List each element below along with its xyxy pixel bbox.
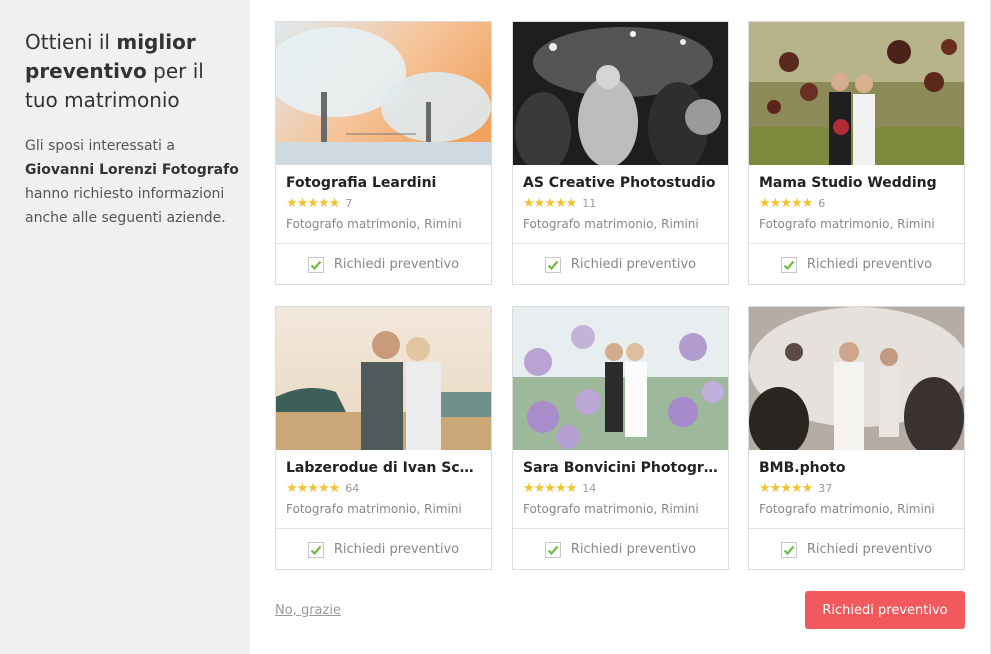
checkbox-label[interactable]: Richiedi preventivo [334, 257, 459, 272]
sidebar: Ottieni il miglior preventivo per il tuo… [0, 0, 250, 654]
rating: ★★★★★ 64 [286, 482, 359, 496]
star-rating-icon: ★★★★★ [286, 481, 340, 496]
vendor-category: Fotografo matrimonio, Rimini [523, 502, 699, 516]
vendor-card[interactable]: Mama Studio Wedding ★★★★★ 6 Fotografo mat… [748, 21, 965, 285]
checkmark-icon [547, 545, 559, 555]
vendor-photo[interactable] [749, 307, 964, 450]
description-text: Gli sposi interessati a [25, 138, 175, 154]
vendor-category: Fotografo matrimonio, Rimini [759, 502, 935, 516]
vendor-grid: Fotografia Leardini ★★★★★ 7 Fotografo mat… [250, 0, 991, 654]
vendor-name: Giovanni Lorenzi Fotografo [25, 162, 239, 178]
rating: ★★★★★ 11 [523, 197, 596, 211]
review-count: 37 [818, 482, 833, 495]
vendor-category: Fotografo matrimonio, Rimini [759, 217, 935, 231]
request-quote-toggle[interactable]: Richiedi preventivo [749, 528, 964, 570]
review-count: 14 [582, 482, 597, 495]
vendor-name[interactable]: Sara Bonvicini Photogra... [523, 460, 718, 476]
vendor-card[interactable]: AS Creative Photostudio ★★★★★ 11 Fotograf… [512, 21, 729, 285]
request-quote-toggle[interactable]: Richiedi preventivo [513, 528, 728, 570]
checkbox-label[interactable]: Richiedi preventivo [807, 257, 932, 272]
checkbox-label[interactable]: Richiedi preventivo [571, 257, 696, 272]
request-quote-toggle[interactable]: Richiedi preventivo [749, 243, 964, 285]
checkbox[interactable] [780, 256, 797, 273]
checkmark-icon [310, 260, 322, 270]
rating: ★★★★★ 6 [759, 197, 825, 211]
star-rating-icon: ★★★★★ [759, 196, 813, 211]
checkbox[interactable] [544, 541, 561, 558]
sidebar-description: Gli sposi interessati a Giovanni Lorenzi… [25, 134, 240, 230]
rating: ★★★★★ 7 [286, 197, 352, 211]
vendor-photo[interactable] [513, 22, 728, 165]
checkmark-icon [783, 260, 795, 270]
request-quote-toggle[interactable]: Richiedi preventivo [276, 243, 491, 285]
vendor-name[interactable]: Mama Studio Wedding [759, 175, 954, 191]
star-rating-icon: ★★★★★ [759, 481, 813, 496]
review-count: 6 [818, 197, 826, 210]
review-count: 64 [345, 482, 360, 495]
rating: ★★★★★ 37 [759, 482, 832, 496]
title-text: Ottieni il [25, 30, 117, 54]
checkmark-icon [783, 545, 795, 555]
star-rating-icon: ★★★★★ [523, 196, 577, 211]
rating: ★★★★★ 14 [523, 482, 596, 496]
vendor-card[interactable]: Fotografia Leardini ★★★★★ 7 Fotografo mat… [275, 21, 492, 285]
checkbox[interactable] [544, 256, 561, 273]
vendor-photo[interactable] [276, 22, 491, 165]
vendor-name[interactable]: Fotografia Leardini [286, 175, 481, 191]
vendor-card[interactable]: Sara Bonvicini Photogra... ★★★★★ 14 Fotog… [512, 306, 729, 570]
no-thanks-link[interactable]: No, grazie [275, 603, 341, 618]
star-rating-icon: ★★★★★ [286, 196, 340, 211]
checkbox-label[interactable]: Richiedi preventivo [807, 542, 932, 557]
checkmark-icon [310, 545, 322, 555]
checkbox-label[interactable]: Richiedi preventivo [334, 542, 459, 557]
vendor-card[interactable]: Labzerodue di Ivan Scog... ★★★★★ 64 Fotog… [275, 306, 492, 570]
sidebar-title: Ottieni il miglior preventivo per il tuo… [25, 28, 235, 115]
review-count: 7 [345, 197, 353, 210]
description-text-end: hanno richiesto informazioni anche alle … [25, 186, 226, 226]
vendor-category: Fotografo matrimonio, Rimini [286, 502, 462, 516]
vendor-category: Fotografo matrimonio, Rimini [523, 217, 699, 231]
request-quote-toggle[interactable]: Richiedi preventivo [276, 528, 491, 570]
vendor-card[interactable]: BMB.photo ★★★★★ 37 Fotografo matrimonio, … [748, 306, 965, 570]
checkmark-icon [547, 260, 559, 270]
vendor-name[interactable]: Labzerodue di Ivan Scog... [286, 460, 481, 476]
checkbox[interactable] [780, 541, 797, 558]
vendor-photo[interactable] [513, 307, 728, 450]
review-count: 11 [582, 197, 597, 210]
vendor-name[interactable]: AS Creative Photostudio [523, 175, 718, 191]
vendor-photo[interactable] [276, 307, 491, 450]
vendor-name[interactable]: BMB.photo [759, 460, 954, 476]
checkbox-label[interactable]: Richiedi preventivo [571, 542, 696, 557]
vendor-photo[interactable] [749, 22, 964, 165]
checkbox[interactable] [307, 541, 324, 558]
vendor-category: Fotografo matrimonio, Rimini [286, 217, 462, 231]
checkbox[interactable] [307, 256, 324, 273]
star-rating-icon: ★★★★★ [523, 481, 577, 496]
request-quote-button[interactable]: Richiedi preventivo [805, 591, 965, 629]
request-quote-toggle[interactable]: Richiedi preventivo [513, 243, 728, 285]
